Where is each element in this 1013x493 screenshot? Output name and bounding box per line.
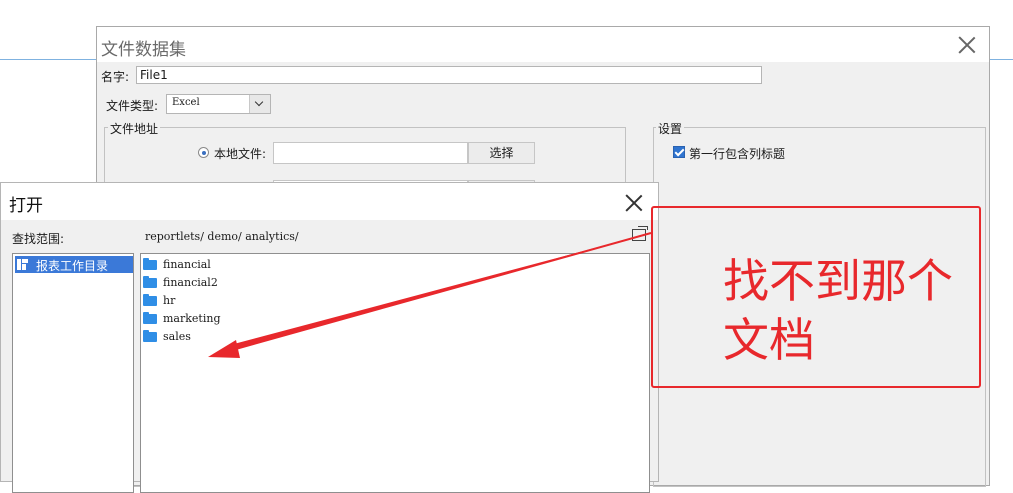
local-file-radio[interactable]: [198, 147, 209, 158]
folder-label: sales: [163, 330, 191, 343]
tree-item-report-directory[interactable]: 报表工作目录: [15, 256, 133, 273]
dataset-dialog-titlebar: 文件数据集: [97, 27, 989, 62]
file-address-group-title: 文件地址: [108, 120, 161, 137]
settings-group-title: 设置: [656, 120, 685, 137]
name-label: 名字:: [101, 70, 130, 84]
folder-label: marketing: [163, 312, 221, 325]
dataset-dialog-close-icon[interactable]: [956, 34, 978, 56]
folder-icon: [143, 312, 157, 324]
location-tree: 报表工作目录: [12, 253, 134, 493]
choose-file-button[interactable]: 选择: [468, 142, 535, 164]
report-directory-icon: [17, 259, 28, 270]
open-dialog-close-icon[interactable]: [623, 192, 645, 214]
parent-folder-icon[interactable]: [632, 226, 648, 241]
folder-label: financial: [163, 258, 211, 271]
dataset-dialog-title: 文件数据集: [101, 40, 186, 60]
open-file-dialog: 打开 查找范围: reportlets/ demo/ analytics/ 报表…: [0, 182, 659, 493]
file-type-dropdown-button[interactable]: [249, 95, 270, 113]
first-row-header-label: 第一行包含列标题: [689, 147, 786, 161]
folder-icon: [143, 294, 157, 306]
file-type-label: 文件类型:: [106, 99, 159, 113]
current-path: reportlets/ demo/ analytics/: [145, 230, 299, 243]
chevron-down-icon: [254, 97, 264, 107]
file-type-value: Excel: [172, 97, 200, 108]
local-file-label: 本地文件:: [214, 147, 267, 161]
annotation-text: 找不到那个文档: [723, 254, 953, 367]
folder-label: hr: [163, 294, 176, 307]
open-dialog-titlebar: 打开: [1, 183, 658, 220]
name-input[interactable]: File1: [136, 66, 762, 84]
folder-icon: [143, 276, 157, 288]
folder-icon: [143, 258, 157, 270]
local-file-path-input[interactable]: [273, 142, 468, 164]
file-type-select[interactable]: Excel: [166, 94, 271, 114]
tree-item-label: 报表工作目录: [36, 259, 109, 273]
folder-icon: [143, 330, 157, 342]
open-dialog-title: 打开: [9, 196, 43, 216]
first-row-header-checkbox[interactable]: [673, 146, 685, 158]
folder-label: financial2: [163, 276, 218, 289]
look-in-label: 查找范围:: [12, 232, 65, 246]
file-list: financial financial2 hr marketing sales: [140, 253, 650, 493]
